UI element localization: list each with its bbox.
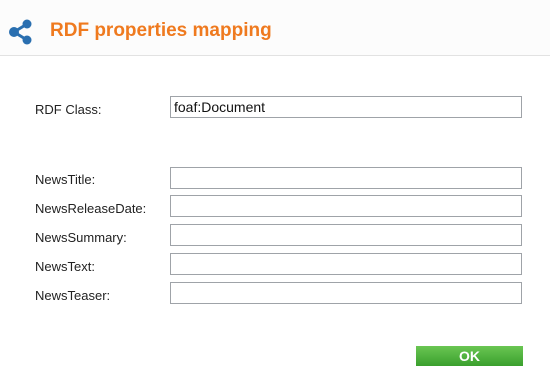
news-title-input[interactable] xyxy=(170,167,522,189)
news-summary-input[interactable] xyxy=(170,224,522,246)
news-teaser-label: NewsTeaser: xyxy=(35,288,111,303)
news-text-input[interactable] xyxy=(170,253,522,275)
rdf-class-input[interactable] xyxy=(170,96,522,118)
dialog-header: RDF properties mapping xyxy=(0,0,550,56)
news-summary-label: NewsSummary: xyxy=(35,230,127,245)
news-title-label: NewsTitle: xyxy=(35,172,96,187)
ok-button[interactable]: OK xyxy=(416,346,523,366)
news-release-date-input[interactable] xyxy=(170,195,522,217)
news-release-date-label: NewsReleaseDate: xyxy=(35,201,147,216)
rdf-class-label: RDF Class: xyxy=(35,102,102,117)
news-text-label: NewsText: xyxy=(35,259,95,274)
news-teaser-input[interactable] xyxy=(170,282,522,304)
share-icon xyxy=(9,19,32,45)
page-title: RDF properties mapping xyxy=(50,20,272,41)
